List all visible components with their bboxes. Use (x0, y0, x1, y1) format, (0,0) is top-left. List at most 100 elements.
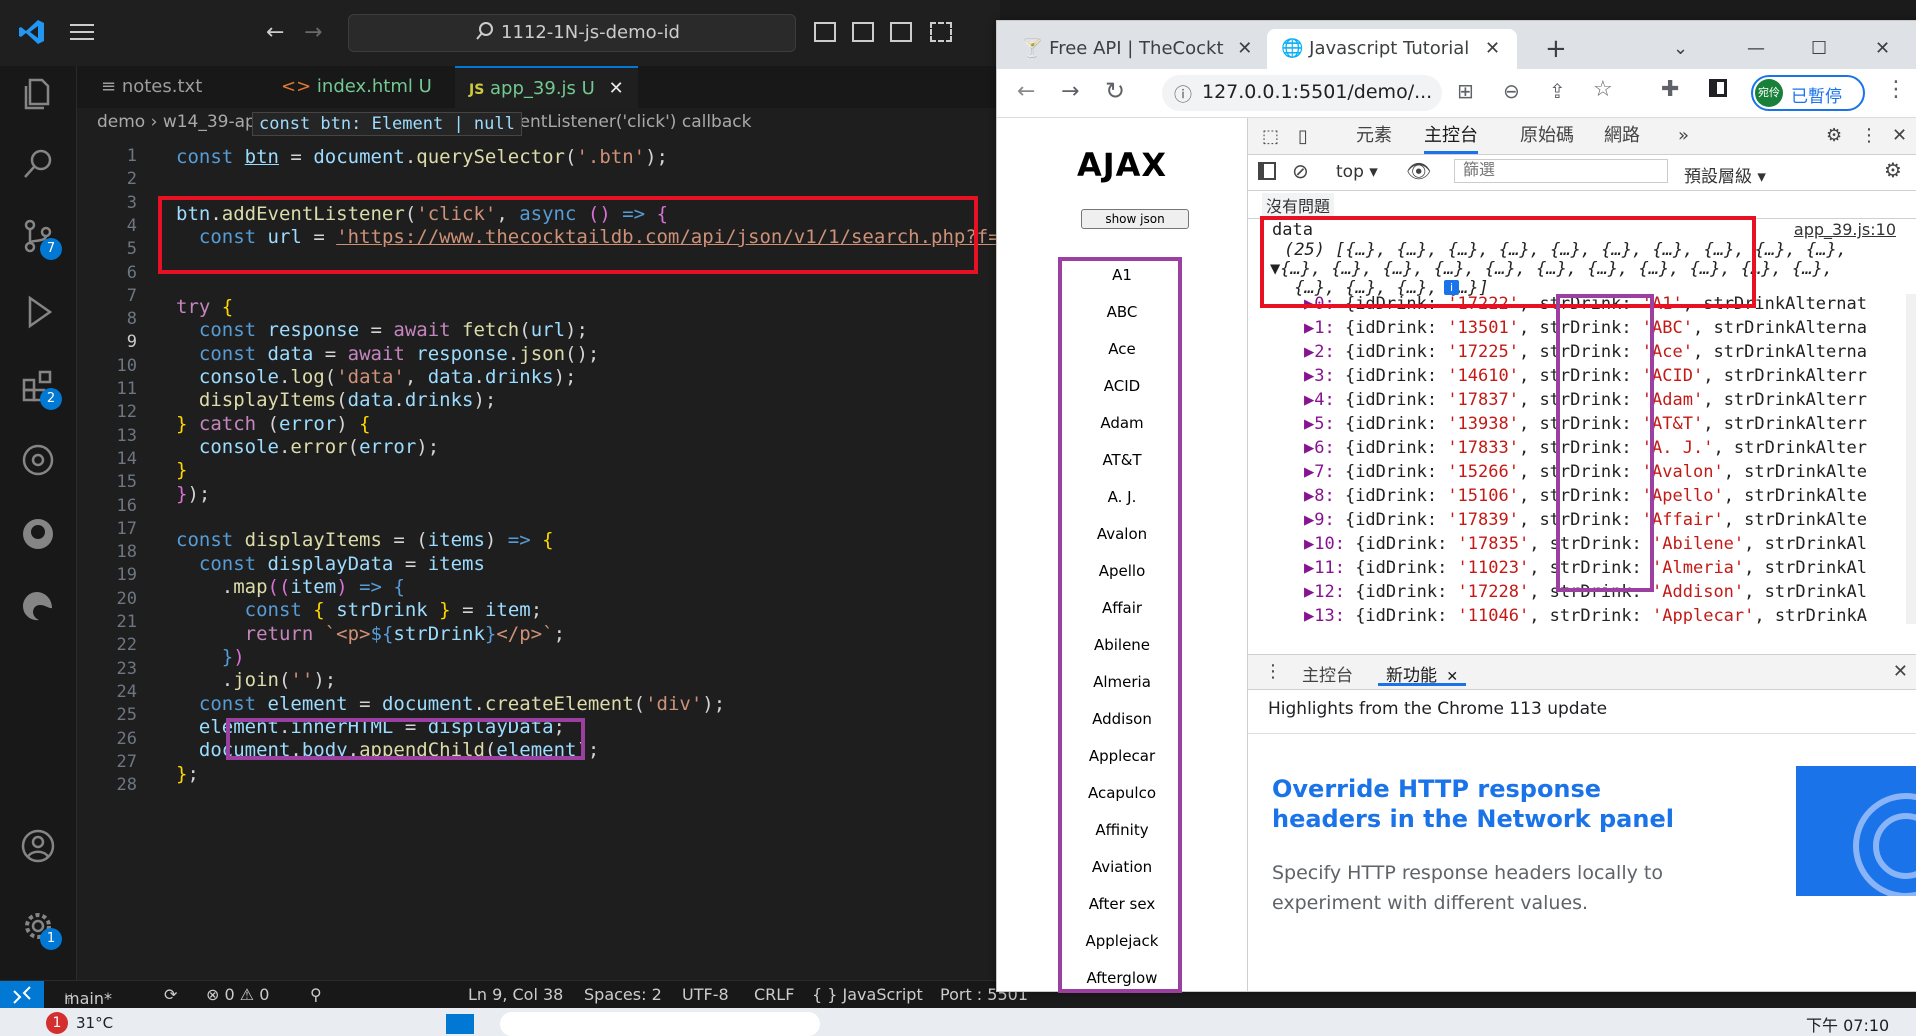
device-toolbar-icon[interactable]: ▯ (1298, 126, 1308, 147)
log-levels-dropdown[interactable]: 預設層級 ▾ (1684, 162, 1766, 187)
extensions-puzzle-icon[interactable]: ✚ (1661, 77, 1679, 102)
clock[interactable]: 下午 07:10 (1806, 1012, 1889, 1036)
array-row[interactable]: ▶7: {idDrink: '15266', strDrink: 'Avalon… (1304, 462, 1867, 482)
problems-indicator[interactable]: ⊗ 0 ⚠ 0 (206, 985, 269, 1004)
new-tab-button[interactable]: + (1545, 29, 1567, 69)
devtools-tab-network[interactable]: 網路 (1604, 118, 1640, 154)
close-tab-icon[interactable]: ✕ (609, 78, 624, 99)
log-source-link[interactable]: app_39.js:10 (1794, 220, 1896, 239)
search-status-icon[interactable]: ⚲ (310, 985, 322, 1004)
console-filter-input[interactable] (1454, 159, 1668, 183)
whats-new-title[interactable]: Override HTTP response headers in the Ne… (1272, 774, 1692, 834)
back-icon[interactable]: ← (1017, 79, 1035, 104)
toggle-secondary-sidebar-icon[interactable] (890, 22, 912, 42)
start-windows-icon[interactable] (446, 1014, 474, 1034)
tab-search-chevron-icon[interactable]: ⌄ (1673, 29, 1688, 69)
tab-app-39-js[interactable]: JS app_39.js U ✕ (455, 66, 638, 108)
array-row[interactable]: ▶5: {idDrink: '13938', strDrink: 'AT&T',… (1304, 414, 1867, 434)
array-row[interactable]: ▶4: {idDrink: '17837', strDrink: 'Adam',… (1304, 390, 1867, 410)
address-bar[interactable]: ⓘ 127.0.0.1:5501/demo/... (1162, 75, 1442, 111)
maximize-icon[interactable]: ☐ (1811, 29, 1827, 69)
site-info-icon[interactable]: ⓘ (1174, 81, 1192, 107)
edge-devtools-icon[interactable] (18, 586, 58, 626)
zoom-icon[interactable]: ⊖ (1503, 79, 1520, 103)
taskbar-search-box[interactable] (500, 1012, 820, 1036)
tab-index-html[interactable]: <> index.html U (267, 66, 446, 108)
close-window-icon[interactable]: ✕ (1875, 29, 1890, 69)
extensions-icon[interactable]: 2 (18, 366, 62, 410)
end-of-line[interactable]: CRLF (754, 985, 794, 1004)
devtools-tab-sources[interactable]: 原始碼 (1520, 118, 1574, 154)
array-summary-line-1[interactable]: (25) [{…}, {…}, {…}, {…}, {…}, {…}, {…},… (1284, 240, 1847, 260)
drawer-tab-whats-new[interactable]: 新功能 ✕ (1378, 655, 1467, 686)
array-row[interactable]: ▶12: {idDrink: '17228', strDrink: 'Addis… (1304, 582, 1867, 602)
close-drawer-icon[interactable]: ✕ (1893, 661, 1908, 682)
remote-indicator[interactable] (0, 981, 44, 1009)
show-json-button[interactable]: show json (1081, 209, 1189, 229)
clear-console-icon[interactable]: ⊘ (1292, 159, 1309, 183)
indentation[interactable]: Spaces: 2 (584, 985, 662, 1004)
translate-icon[interactable]: ⊞ (1457, 79, 1474, 103)
array-summary-line-2[interactable]: ▼{…}, {…}, {…}, {…}, {…}, {…}, {…}, {…},… (1270, 259, 1833, 279)
close-drawer-tab-icon[interactable]: ✕ (1446, 669, 1458, 685)
array-row[interactable]: ▶6: {idDrink: '17833', strDrink: 'A. J.'… (1304, 438, 1867, 458)
back-arrow-icon[interactable]: ← (266, 20, 284, 45)
close-tab-icon[interactable]: ✕ (1485, 38, 1500, 59)
inspect-element-icon[interactable]: ⬚ (1262, 126, 1279, 147)
remote-explorer-icon[interactable] (18, 440, 58, 480)
customize-layout-icon[interactable] (930, 22, 952, 42)
language-mode[interactable]: { } JavaScript (812, 985, 923, 1004)
menu-icon[interactable] (70, 22, 94, 42)
tab-javascript-tutorial[interactable]: 🌐 Javascript Tutorial ✕ (1267, 29, 1517, 69)
devtools-settings-gear-icon[interactable]: ⚙ (1826, 118, 1842, 154)
search-view-icon[interactable] (18, 144, 58, 184)
share-icon[interactable]: ⇪ (1549, 79, 1566, 103)
sidebar-toggle-icon[interactable] (1258, 162, 1276, 180)
devtools-close-icon[interactable]: ✕ (1892, 118, 1907, 154)
forward-arrow-icon[interactable]: → (304, 20, 322, 45)
weather-temperature[interactable]: 31°C (76, 1014, 113, 1032)
console-settings-gear-icon[interactable]: ⚙ (1884, 158, 1902, 182)
toggle-sidebar-icon[interactable] (814, 22, 836, 42)
close-tab-icon[interactable]: ✕ (1237, 38, 1252, 59)
array-row[interactable]: ▶3: {idDrink: '14610', strDrink: 'ACID',… (1304, 366, 1867, 386)
side-panel-icon[interactable] (1709, 79, 1727, 97)
more-tabs-icon[interactable]: » (1678, 118, 1689, 154)
sync-icon[interactable]: ⟳ (164, 985, 177, 1004)
kebab-menu-icon[interactable]: ⋮ (1885, 77, 1907, 102)
source-control-icon[interactable]: 7 (18, 216, 62, 260)
profile-chip[interactable]: 宛伶 已暫停 (1751, 75, 1865, 111)
devtools-tab-elements[interactable]: 元素 (1356, 118, 1392, 154)
devtools-tab-console[interactable]: 主控台 (1424, 118, 1478, 154)
reload-icon[interactable]: ↻ (1105, 77, 1125, 105)
array-row[interactable]: ▶1: {idDrink: '13501', strDrink: 'ABC', … (1304, 318, 1867, 338)
context-selector[interactable]: top ▾ (1336, 162, 1378, 182)
drawer-menu-icon[interactable]: ⋮ (1264, 661, 1282, 682)
github-icon[interactable] (18, 514, 58, 554)
accounts-icon[interactable] (18, 826, 58, 866)
encoding[interactable]: UTF-8 (682, 985, 729, 1004)
forward-icon[interactable]: → (1061, 79, 1079, 104)
minimize-icon[interactable]: — (1747, 29, 1765, 69)
array-row[interactable]: ▶11: {idDrink: '11023', strDrink: 'Almer… (1304, 558, 1867, 578)
cursor-position[interactable]: Ln 9, Col 38 (468, 985, 563, 1004)
explorer-icon[interactable] (18, 74, 58, 114)
run-debug-icon[interactable] (18, 292, 58, 332)
array-row[interactable]: ▶8: {idDrink: '15106', strDrink: 'Apello… (1304, 486, 1867, 506)
weather-alert-icon[interactable]: 1 (46, 1012, 68, 1034)
array-row[interactable]: ▶10: {idDrink: '17835', strDrink: 'Abile… (1304, 534, 1867, 554)
tab-free-api[interactable]: 🍸 Free API | TheCockt ✕ (1021, 29, 1261, 69)
drawer-tab-console[interactable]: 主控台 (1302, 661, 1353, 686)
settings-gear-icon[interactable]: 1 (18, 906, 62, 950)
tab-notes[interactable]: ≡ notes.txt (87, 66, 216, 108)
toggle-panel-icon[interactable] (852, 22, 874, 42)
array-row[interactable]: ▶2: {idDrink: '17225', strDrink: 'Ace', … (1304, 342, 1867, 362)
live-expression-eye-icon[interactable]: 👁 (1406, 159, 1431, 183)
array-row[interactable]: ▶9: {idDrink: '17839', strDrink: 'Affair… (1304, 510, 1867, 530)
command-center[interactable]: 1112-1N-js-demo-id (348, 14, 796, 52)
array-row[interactable]: ▶0: {idDrink: '17222', strDrink: 'A1', s… (1304, 294, 1867, 314)
console-scrollbar[interactable] (1906, 294, 1916, 624)
bookmark-star-icon[interactable]: ☆ (1593, 77, 1613, 102)
array-row[interactable]: ▶13: {idDrink: '11046', strDrink: 'Apple… (1304, 606, 1867, 624)
devtools-menu-icon[interactable]: ⋮ (1860, 118, 1878, 154)
